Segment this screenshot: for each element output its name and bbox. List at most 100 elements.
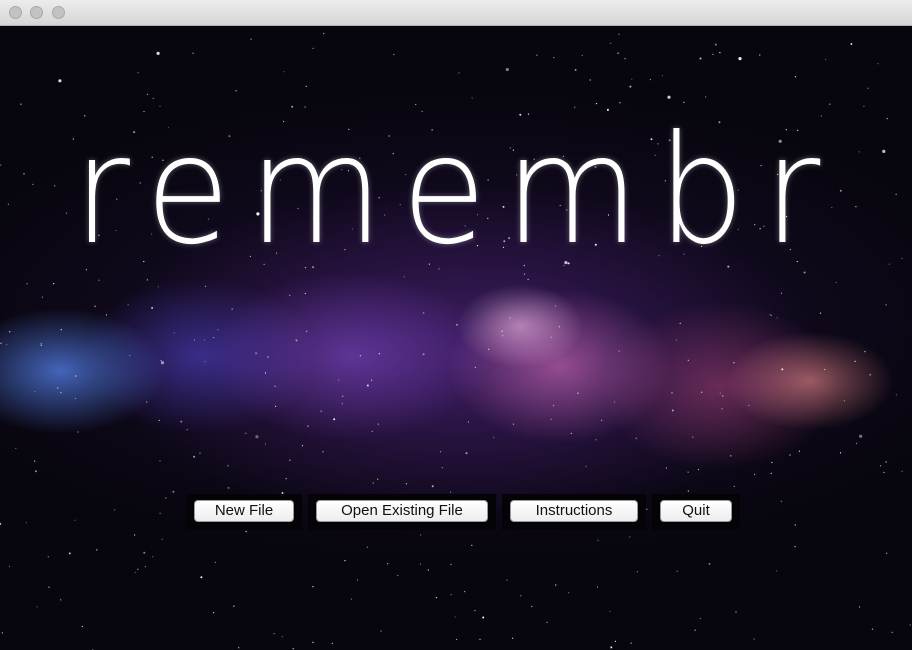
star [32,183,34,185]
star [665,467,668,469]
minimize-window-button[interactable] [30,6,43,19]
star [661,75,664,77]
star [901,470,903,472]
star [839,452,842,454]
star [450,594,452,596]
star [307,425,309,427]
star [759,54,761,56]
star [186,429,188,431]
star [152,556,154,558]
star [456,323,458,326]
star [180,420,183,423]
open-existing-file-button[interactable]: Open Existing File [316,500,488,522]
star [255,352,258,355]
star [289,459,291,461]
star [798,450,801,452]
star [371,379,373,381]
star [423,312,425,314]
star [204,361,206,363]
star [47,556,49,558]
star [366,546,368,548]
star [146,401,148,403]
star [502,335,504,337]
star [512,423,515,425]
star [479,638,481,641]
star [824,368,826,371]
close-window-button[interactable] [9,6,22,19]
star [0,342,2,344]
star [160,361,165,365]
star [683,101,685,103]
star [441,467,443,469]
star [570,432,572,434]
title-bar [0,0,912,26]
star [41,296,44,298]
star [137,568,139,570]
zoom-window-button[interactable] [52,6,65,19]
star [454,616,456,618]
star [213,337,215,339]
star [450,491,452,493]
star [667,95,671,99]
star [882,149,886,153]
star [275,405,277,407]
star [214,561,216,563]
star [474,610,476,612]
star [341,403,343,405]
new-file-button[interactable]: New File [194,500,294,522]
star [322,451,324,453]
star [160,359,162,362]
star [26,283,28,285]
star [895,193,897,195]
star [471,97,473,99]
star [712,53,714,55]
star [753,638,755,640]
star [458,72,460,74]
star [295,339,298,342]
star [75,375,77,377]
star [859,434,863,438]
star [422,353,425,356]
star [96,549,98,551]
star [350,598,353,600]
star [629,85,632,88]
star [859,606,861,608]
star [585,465,587,467]
star [456,638,458,641]
star [464,591,466,593]
star [397,574,399,577]
star [474,366,476,368]
star [134,571,136,574]
star [511,637,514,639]
star [281,636,283,638]
star [273,633,275,635]
star [200,576,203,579]
star [306,330,308,332]
star [635,437,637,439]
star [618,33,620,35]
instructions-button[interactable]: Instructions [510,500,638,522]
star [366,384,369,387]
star [552,405,555,407]
star [871,628,874,630]
star [204,285,207,287]
star [192,52,194,54]
star [465,452,468,455]
star [735,611,737,613]
star [331,642,333,644]
star [199,452,201,454]
star [769,314,771,316]
galaxy-background: remembr New File Open Existing File Inst… [0,26,912,650]
star [264,372,267,374]
star [20,103,22,105]
star [891,631,893,633]
star [553,57,555,59]
star [506,579,508,581]
star [419,563,422,565]
star [676,570,678,572]
star [687,471,689,473]
quit-button[interactable]: Quit [660,500,732,522]
star [105,314,108,316]
star [780,292,783,294]
star [60,329,62,331]
